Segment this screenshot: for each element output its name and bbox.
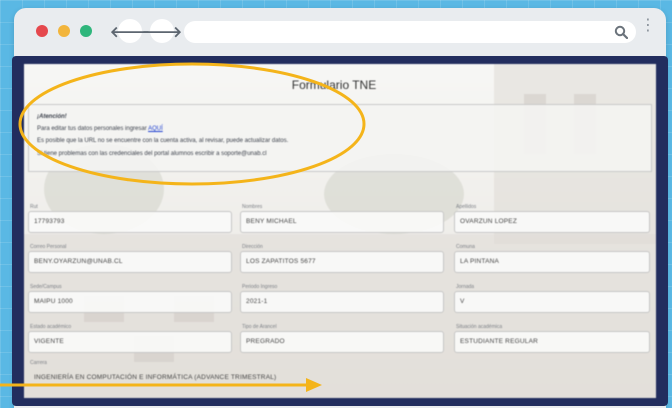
situacion-field[interactable]: Situación académica ESTUDIANTE REGULAR [454, 324, 650, 353]
browser-window: 🡐 🡒 ⋮ Formulario TNE ¡Atención! Para edi… [12, 8, 668, 408]
field-value: BENY.OYARZUN@UNAB.CL [34, 258, 123, 265]
periodo-field[interactable]: Periodo Ingreso 2021-1 [240, 284, 444, 313]
notice-line-url: Es posible que la URL no se encuentre co… [37, 138, 289, 144]
notice-line-support: Si tiene problemas con las credenciales … [37, 151, 267, 157]
field-value: 17793793 [34, 218, 65, 225]
field-label: Rut [30, 204, 38, 210]
notice-title: ¡Atención! [37, 114, 67, 120]
field-value: MAIPU 1000 [34, 298, 73, 305]
field-label: Sede/Campus [30, 284, 62, 290]
notice-line-edit: Para editar tus datos personales ingresa… [37, 126, 163, 132]
estado-field[interactable]: Estado académico VIGENTE [28, 324, 232, 353]
nombres-field[interactable]: Nombres BENY MICHAEL [240, 204, 444, 233]
comuna-field[interactable]: Comuna LA PINTANA [454, 244, 650, 273]
kebab-menu-icon[interactable]: ⋮ [640, 17, 656, 42]
field-value: ESTUDIANTE REGULAR [460, 338, 539, 345]
minimize-window-button[interactable] [58, 25, 70, 37]
field-label: Apellidos [456, 204, 477, 210]
field-label: Situación académica [456, 324, 503, 330]
field-label: Periodo Ingreso [242, 284, 278, 290]
sede-field[interactable]: Sede/Campus MAIPU 1000 [28, 284, 232, 313]
correo-field[interactable]: Correo Personal BENY.OYARZUN@UNAB.CL [28, 244, 232, 273]
field-label: Comuna [456, 244, 475, 250]
page-frame: Formulario TNE ¡Atención! Para editar tu… [12, 56, 668, 406]
search-icon[interactable] [614, 25, 628, 39]
field-box[interactable] [454, 291, 650, 313]
web-page: Formulario TNE ¡Atención! Para editar tu… [24, 64, 656, 398]
field-value: V [460, 298, 465, 305]
field-value: INGENIERÍA EN COMPUTACIÓN E INFORMÁTICA … [34, 374, 277, 381]
notice-line-edit-text: Para editar tus datos personales ingresa… [37, 126, 149, 132]
field-label: Tipo de Arancel [242, 324, 277, 330]
browser-toolbar: 🡐 🡒 ⋮ [14, 8, 666, 54]
field-value: 2021-1 [246, 298, 268, 305]
field-label: Jornada [456, 284, 475, 290]
rut-field[interactable]: Rut 17793793 [28, 204, 232, 233]
direccion-field[interactable]: Dirección LOS ZAPATITOS 5677 [240, 244, 444, 273]
carrera-field[interactable]: Carrera INGENIERÍA EN COMPUTACIÓN E INFO… [28, 360, 448, 388]
field-label: Dirección [242, 244, 263, 250]
notice-box: ¡Atención! Para editar tus datos persona… [28, 104, 652, 172]
arrow-left-icon[interactable]: 🡐 [110, 19, 150, 43]
field-value: LOS ZAPATITOS 5677 [246, 258, 316, 265]
field-box[interactable] [240, 291, 444, 313]
close-window-button[interactable] [36, 25, 48, 37]
address-bar[interactable] [184, 21, 636, 43]
arancel-field[interactable]: Tipo de Arancel PREGRADO [240, 324, 444, 353]
field-value: LA PINTANA [460, 258, 500, 265]
field-label: Correo Personal [30, 244, 67, 250]
field-value: OVARZUN LOPEZ [460, 218, 518, 225]
field-label: Estado académico [30, 324, 72, 330]
jornada-field[interactable]: Jornada V [454, 284, 650, 313]
field-label: Nombres [242, 204, 263, 210]
apellidos-field[interactable]: Apellidos OVARZUN LOPEZ [454, 204, 650, 233]
field-value: PREGRADO [246, 338, 285, 345]
field-value: BENY MICHAEL [246, 218, 297, 225]
field-value: VIGENTE [34, 338, 64, 345]
form-title: Formulario TNE [291, 78, 377, 92]
field-label: Carrera [30, 360, 47, 366]
arrow-right-icon[interactable]: 🡒 [142, 19, 182, 43]
maximize-window-button[interactable] [80, 25, 92, 37]
edit-data-link[interactable]: AQUÍ [148, 126, 163, 132]
